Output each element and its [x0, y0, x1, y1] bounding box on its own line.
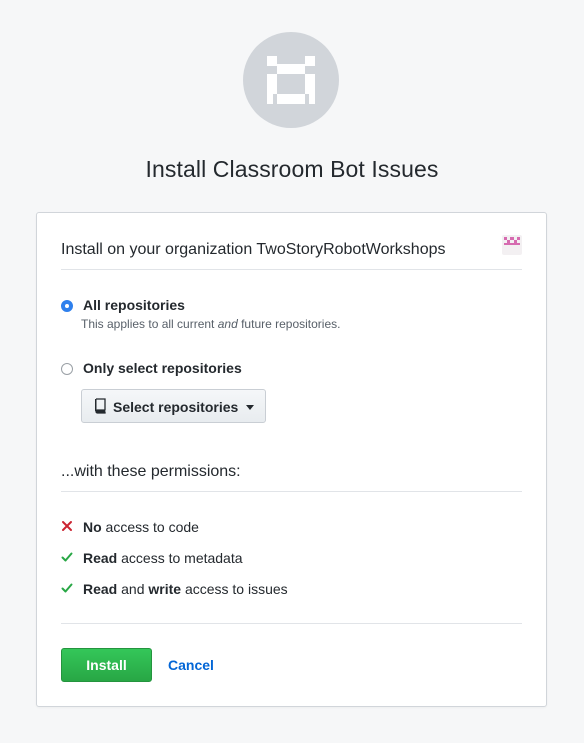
all-repositories-note: This applies to all current and future r… [81, 317, 341, 331]
divider [61, 623, 522, 624]
select-repositories-label: Select repositories [113, 399, 239, 415]
page-title: Install Classroom Bot Issues [145, 156, 439, 182]
check-icon [61, 552, 73, 562]
permission-text: Read and write access to issues [83, 581, 288, 597]
radio-all-repositories[interactable] [61, 300, 73, 312]
cancel-link[interactable]: Cancel [168, 657, 214, 673]
x-icon [62, 521, 72, 531]
install-card: Install on your organization TwoStoryRob… [36, 212, 547, 707]
divider [61, 491, 522, 492]
select-repositories-button[interactable]: Select repositories [81, 389, 266, 423]
permissions-heading: ...with these permissions: [61, 463, 241, 480]
check-icon [61, 583, 73, 593]
identicon-app-avatar [267, 56, 315, 104]
org-avatar[interactable] [502, 235, 522, 255]
app-avatar [243, 32, 339, 128]
install-button[interactable]: Install [61, 648, 152, 682]
repo-icon [95, 398, 106, 414]
install-app-page: Install Classroom Bot Issues Install on … [0, 0, 584, 743]
caret-down-icon [246, 405, 254, 410]
radio-only-select-repositories[interactable] [61, 363, 73, 375]
permission-text: No access to code [83, 519, 199, 535]
divider [61, 269, 522, 270]
identicon-org-icon [504, 237, 520, 245]
all-repositories-label[interactable]: All repositories [83, 297, 185, 313]
permission-text: Read access to metadata [83, 550, 243, 566]
only-select-repositories-label[interactable]: Only select repositories [83, 360, 242, 376]
org-install-text: Install on your organization TwoStoryRob… [61, 241, 446, 258]
